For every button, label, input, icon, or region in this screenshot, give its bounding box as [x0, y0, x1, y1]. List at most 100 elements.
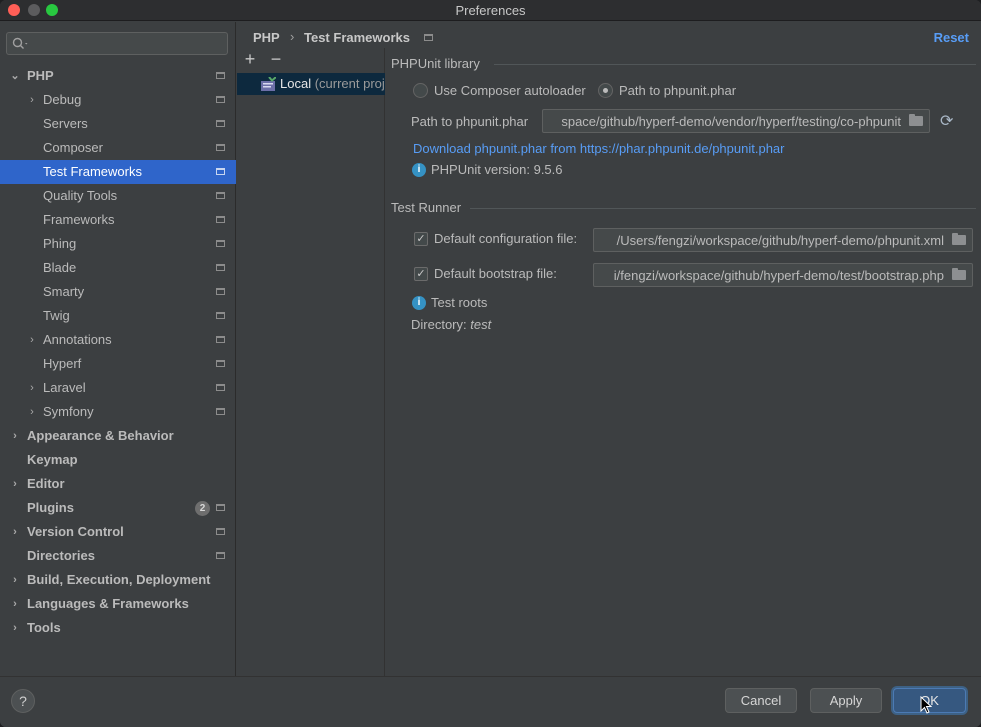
sidebar-item-test-frameworks[interactable]: Test Frameworks [0, 160, 236, 184]
cancel-button[interactable]: Cancel [725, 688, 797, 713]
composer-autoloader-label[interactable]: Use Composer autoloader [434, 83, 586, 98]
sidebar-item-label: Twig [43, 308, 70, 323]
chevron-right-icon[interactable]: › [9, 616, 21, 640]
default-config-checkbox[interactable]: ✓ [414, 232, 428, 246]
sidebar-item-keymap[interactable]: Keymap [0, 448, 236, 472]
sidebar-item-quality-tools[interactable]: Quality Tools [0, 184, 236, 208]
sidebar-item-twig[interactable]: Twig [0, 304, 236, 328]
default-config-field[interactable]: /Users/fengzi/workspace/github/hyperf-de… [593, 228, 973, 252]
sidebar-item-frameworks[interactable]: Frameworks [0, 208, 236, 232]
phpunit-version-label: PHPUnit version: 9.5.6 [431, 162, 563, 177]
project-scope-icon [216, 504, 225, 511]
sidebar-item-composer[interactable]: Composer [0, 136, 236, 160]
add-icon[interactable]: + [241, 49, 259, 69]
title-bar: Preferences [0, 0, 981, 21]
default-config-label[interactable]: Default configuration file: [434, 231, 577, 246]
sidebar-item-smarty[interactable]: Smarty [0, 280, 236, 304]
chevron-right-icon[interactable]: › [9, 568, 21, 592]
project-scope-icon [216, 192, 225, 199]
project-scope-icon [216, 336, 225, 343]
project-scope-icon [216, 144, 225, 151]
dialog-footer: ? Cancel Apply OK [0, 676, 981, 727]
folder-icon[interactable] [952, 233, 966, 245]
sidebar-item-label: Debug [43, 92, 82, 107]
chevron-right-icon[interactable]: › [9, 472, 21, 496]
sidebar-item-label: PHP [27, 68, 54, 83]
preferences-window: Preferences ⌄ PHP › Debug Servers Compos… [0, 0, 981, 727]
sidebar-item-version-control[interactable]: › Version Control [0, 520, 236, 544]
project-scope-icon [216, 72, 225, 79]
search-input[interactable] [6, 32, 228, 55]
project-scope-icon [216, 384, 225, 391]
chevron-right-icon[interactable]: › [26, 400, 38, 424]
sidebar-item-annotations[interactable]: › Annotations [0, 328, 236, 352]
sidebar-item-directories[interactable]: Directories [0, 544, 236, 568]
sidebar-item-label: Blade [43, 260, 77, 275]
settings-sidebar: ⌄ PHP › Debug Servers Composer Test Fram… [0, 22, 236, 676]
sidebar-item-label: Symfony [43, 404, 94, 419]
plugins-count-badge: 2 [195, 501, 210, 516]
project-scope-icon [216, 288, 225, 295]
sidebar-item-label: Hyperf [43, 356, 82, 371]
download-phpunit-link[interactable]: Download phpunit.phar from https://phar.… [413, 141, 784, 156]
chevron-right-icon[interactable]: › [26, 376, 38, 400]
chevron-down-icon[interactable]: ⌄ [9, 64, 21, 88]
sidebar-item-hyperf[interactable]: Hyperf [0, 352, 236, 376]
sidebar-item-build-execution-deployment[interactable]: › Build, Execution, Deployment [0, 568, 236, 592]
sidebar-item-label: Editor [27, 476, 65, 491]
sidebar-item-servers[interactable]: Servers [0, 112, 236, 136]
list-item-local[interactable]: Local (current proj [237, 73, 385, 95]
default-bootstrap-field[interactable]: i/fengzi/workspace/github/hyperf-demo/te… [593, 263, 973, 287]
chevron-right-icon[interactable]: › [9, 520, 21, 544]
chevron-right-icon[interactable]: › [26, 88, 38, 112]
refresh-icon[interactable]: ⟳ [940, 111, 953, 131]
default-bootstrap-checkbox[interactable]: ✓ [414, 267, 428, 281]
default-bootstrap-label[interactable]: Default bootstrap file: [434, 266, 557, 281]
sidebar-item-phing[interactable]: Phing [0, 232, 236, 256]
remove-icon[interactable]: − [267, 49, 285, 69]
breadcrumb-php[interactable]: PHP [253, 30, 280, 45]
sidebar-item-editor[interactable]: › Editor [0, 472, 236, 496]
breadcrumb-test-frameworks: Test Frameworks [304, 30, 410, 45]
sidebar-item-debug[interactable]: › Debug [0, 88, 236, 112]
path-to-phar-radio[interactable] [598, 83, 613, 98]
sidebar-item-label: Composer [43, 140, 103, 155]
php-interpreter-icon [261, 77, 276, 91]
phpunit-library-title: PHPUnit library [391, 56, 480, 71]
help-button[interactable]: ? [11, 689, 35, 713]
configurations-list-panel: + − Local (current proj [237, 48, 385, 676]
sidebar-item-symfony[interactable]: › Symfony [0, 400, 236, 424]
sidebar-item-label: Tools [27, 620, 61, 635]
sidebar-item-appearance-behavior[interactable]: › Appearance & Behavior [0, 424, 236, 448]
sidebar-item-languages-frameworks[interactable]: › Languages & Frameworks [0, 592, 236, 616]
path-to-phar-radio-label[interactable]: Path to phpunit.phar [619, 83, 736, 98]
project-scope-icon [216, 264, 225, 271]
section-divider [470, 208, 976, 209]
path-to-phar-field[interactable]: space/github/hyperf-demo/vendor/hyperf/t… [542, 109, 930, 133]
directory-label: Directory: test [411, 317, 492, 332]
chevron-right-icon[interactable]: › [9, 592, 21, 616]
chevron-right-icon[interactable]: › [9, 424, 21, 448]
sidebar-item-label: Quality Tools [43, 188, 118, 203]
folder-icon[interactable] [952, 268, 966, 280]
folder-icon[interactable] [909, 114, 923, 126]
breadcrumb-separator: › [290, 29, 295, 44]
sidebar-item-laravel[interactable]: › Laravel [0, 376, 236, 400]
chevron-right-icon[interactable]: › [26, 328, 38, 352]
search-icon [12, 37, 28, 49]
project-scope-icon [216, 360, 225, 367]
sidebar-item-php[interactable]: ⌄ PHP [0, 64, 236, 88]
sidebar-item-label: Phing [43, 236, 77, 251]
apply-button[interactable]: Apply [810, 688, 882, 713]
test-roots-label: Test roots [431, 295, 488, 310]
sidebar-item-label: Servers [43, 116, 88, 131]
sidebar-item-label: Version Control [27, 524, 124, 539]
project-scope-icon [216, 312, 225, 319]
project-scope-icon [216, 528, 225, 535]
sidebar-item-tools[interactable]: › Tools [0, 616, 236, 640]
test-frameworks-settings: PHPUnit library Use Composer autoloader … [386, 53, 981, 676]
reset-link[interactable]: Reset [934, 30, 969, 45]
sidebar-item-plugins[interactable]: Plugins 2 [0, 496, 236, 520]
composer-autoloader-radio[interactable] [413, 83, 428, 98]
sidebar-item-blade[interactable]: Blade [0, 256, 236, 280]
